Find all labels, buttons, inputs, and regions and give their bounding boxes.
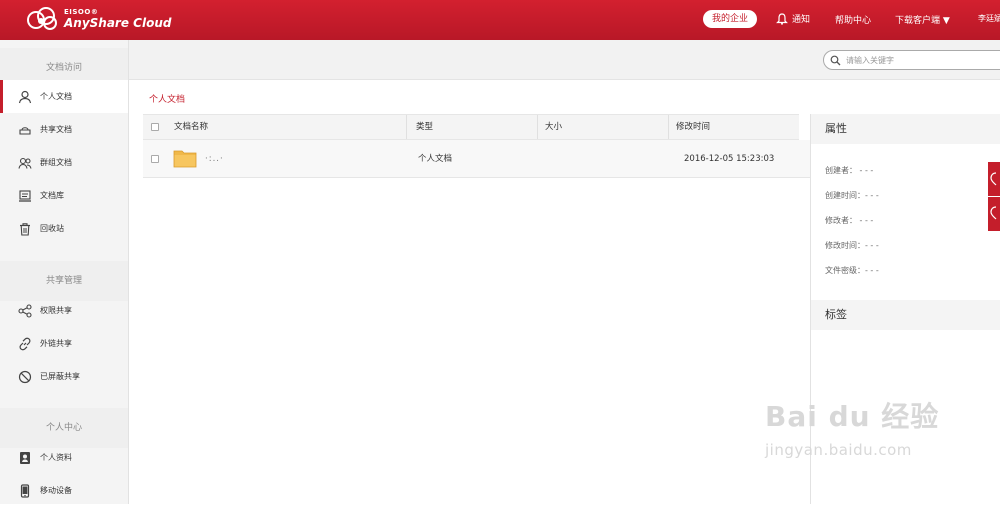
file-modified: 2016-12-05 15:23:03 bbox=[684, 154, 775, 164]
prop-security-level: 文件密级：- - - bbox=[825, 265, 879, 276]
library-icon bbox=[19, 189, 31, 202]
row-checkbox[interactable] bbox=[151, 155, 159, 163]
user-menu[interactable]: 李廷斌 bbox=[978, 13, 1000, 24]
watermark-line1: Bai du 经验 bbox=[765, 400, 940, 433]
select-all-checkbox[interactable] bbox=[151, 123, 159, 131]
prop-label: 修改时间： bbox=[825, 241, 865, 250]
prop-value: - - - bbox=[865, 266, 879, 275]
help-center-link[interactable]: 帮助中心 bbox=[835, 13, 871, 26]
sidebar-item-label: 回收站 bbox=[40, 224, 64, 233]
brand-small-text: EISOO® bbox=[64, 8, 99, 16]
sidebar-item-permission-share[interactable]: 权限共享 bbox=[0, 294, 128, 327]
watermark-line2: jingyan.baidu.com bbox=[765, 441, 912, 459]
prop-label: 创建者： bbox=[825, 166, 857, 175]
prop-value: - - - bbox=[859, 166, 874, 175]
sidebar-item-profile[interactable]: 个人资料 bbox=[0, 441, 128, 474]
sidebar-item-label: 个人资料 bbox=[40, 453, 72, 462]
anyshare-logo-icon[interactable] bbox=[26, 6, 60, 32]
sidebar-item-label: 外链共享 bbox=[40, 339, 72, 348]
table-row[interactable]: ·:..· 个人文档 2016-12-05 15:23:03 bbox=[143, 140, 810, 178]
blocked-icon bbox=[18, 370, 32, 383]
tags-title: 标签 bbox=[811, 300, 1000, 330]
mobile-device-icon bbox=[20, 483, 30, 498]
shield-icon bbox=[990, 172, 997, 186]
user-icon bbox=[18, 90, 32, 103]
column-divider[interactable] bbox=[537, 115, 538, 139]
properties-title: 属性 bbox=[811, 114, 1000, 144]
column-header-name[interactable]: 文档名称 bbox=[174, 115, 208, 139]
sidebar-item-label: 移动设备 bbox=[40, 486, 72, 495]
prop-label: 文件密级： bbox=[825, 266, 865, 275]
sidebar-item-label: 群组文档 bbox=[40, 158, 72, 167]
sidebar-item-label: 权限共享 bbox=[40, 306, 72, 315]
my-enterprise-button[interactable]: 我的企业 bbox=[703, 10, 757, 28]
side-tab-comment[interactable] bbox=[988, 197, 1000, 231]
sidebar-item-label: 文档库 bbox=[40, 191, 64, 200]
prop-created-time: 创建时间：- - - bbox=[825, 190, 879, 201]
column-divider[interactable] bbox=[406, 115, 407, 139]
sidebar-item-label: 已屏蔽共享 bbox=[40, 372, 80, 381]
search-icon bbox=[830, 55, 841, 65]
sidebar: 文档访问 个人文档 共享文档 群组文档 文档库 回收站 共享管理 权限共享 外链… bbox=[0, 40, 129, 504]
bell-icon bbox=[776, 12, 788, 25]
prop-value: - - - bbox=[859, 216, 874, 225]
search-box[interactable] bbox=[823, 50, 1000, 70]
sidebar-item-blocked-share[interactable]: 已屏蔽共享 bbox=[0, 360, 128, 393]
brand-name: AnyShare Cloud bbox=[64, 16, 172, 30]
sidebar-item-link-share[interactable]: 外链共享 bbox=[0, 327, 128, 360]
prop-modifier: 修改者： - - - bbox=[825, 215, 873, 226]
notify-button[interactable]: 通知 bbox=[776, 12, 810, 25]
prop-creator: 创建者： - - - bbox=[825, 165, 873, 176]
search-input[interactable] bbox=[846, 55, 996, 65]
notify-label: 通知 bbox=[792, 15, 811, 25]
breadcrumb[interactable]: 个人文档 bbox=[149, 92, 185, 105]
download-client-menu[interactable]: 下载客户端 ▼ bbox=[895, 13, 950, 26]
prop-label: 创建时间： bbox=[825, 191, 865, 200]
sidebar-item-recycle-bin[interactable]: 回收站 bbox=[0, 212, 128, 245]
top-bar: EISOO® AnyShare Cloud 我的企业 通知 帮助中心 下载客户端… bbox=[0, 0, 1000, 40]
profile-card-icon bbox=[20, 451, 30, 464]
group-icon bbox=[18, 157, 32, 169]
sidebar-item-doc-library[interactable]: 文档库 bbox=[0, 179, 128, 212]
folder-icon bbox=[173, 150, 197, 168]
file-table-header: 文档名称 类型 大小 修改时间 bbox=[143, 114, 799, 140]
column-header-modified[interactable]: 修改时间 bbox=[676, 115, 710, 139]
prop-label: 修改者： bbox=[825, 216, 857, 225]
column-header-size[interactable]: 大小 bbox=[545, 115, 562, 139]
prop-value: - - - bbox=[865, 241, 879, 250]
column-header-type[interactable]: 类型 bbox=[416, 115, 433, 139]
baidu-watermark: Bai du 经验 jingyan.baidu.com bbox=[765, 395, 939, 459]
shared-hand-icon bbox=[19, 126, 31, 135]
sidebar-item-shared-docs[interactable]: 共享文档 bbox=[0, 113, 128, 146]
prop-modified-time: 修改时间：- - - bbox=[825, 240, 879, 251]
sidebar-item-mobile-devices[interactable]: 移动设备 bbox=[0, 474, 128, 507]
sidebar-item-label: 共享文档 bbox=[40, 125, 72, 134]
share-icon bbox=[18, 303, 32, 318]
trash-icon bbox=[20, 222, 30, 236]
sidebar-item-group-docs[interactable]: 群组文档 bbox=[0, 146, 128, 179]
file-name[interactable]: ·:..· bbox=[205, 140, 224, 178]
link-icon bbox=[19, 337, 31, 350]
sidebar-item-personal-docs[interactable]: 个人文档 bbox=[0, 80, 128, 113]
pin-icon bbox=[990, 206, 997, 220]
sidebar-item-label: 个人文档 bbox=[40, 92, 72, 101]
file-type: 个人文档 bbox=[418, 154, 453, 164]
prop-value: - - - bbox=[865, 191, 879, 200]
column-divider[interactable] bbox=[668, 115, 669, 139]
side-tab-favorite[interactable] bbox=[988, 162, 1000, 196]
